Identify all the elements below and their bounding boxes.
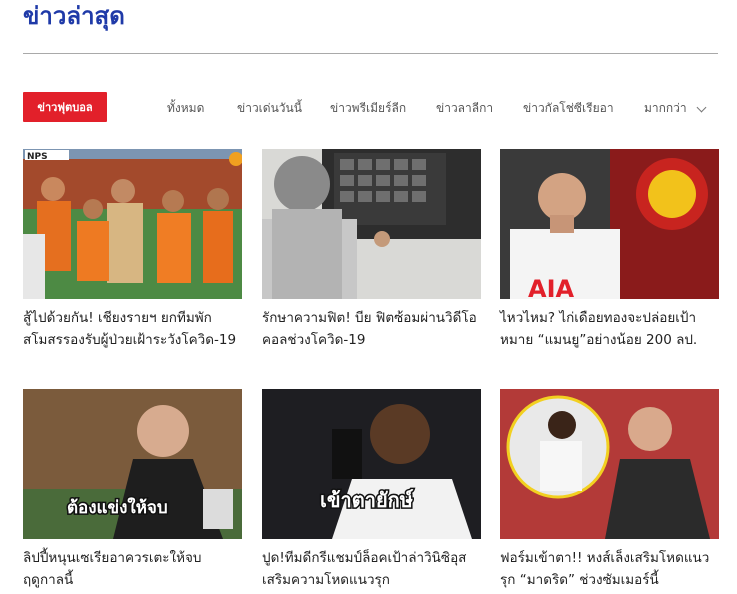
image-badge: NPS	[27, 152, 48, 162]
image-caption: ต้องแข่งให้จบ	[67, 497, 168, 518]
article-card[interactable]: เข้าตายักษ์ ปูด!ทีมดีกรีแชมป์ล็อคเป้าล่า…	[262, 389, 481, 591]
image-sponsor-text: AIA	[528, 275, 575, 299]
article-headline[interactable]: ลิปปี้หนุนเซเรียอาควรเตะให้จบฤดูกาลนี้	[23, 547, 242, 591]
article-card[interactable]: ฟอร์มเข้าตา!! หงส์เล็งเสริมโหดแนวรุก “มา…	[500, 389, 719, 591]
article-thumbnail[interactable]: NPS	[23, 149, 242, 299]
article-headline[interactable]: รักษาความฟิต! บีย ฟิตซ้อมผ่านวิดีโอคอลช่…	[262, 307, 481, 351]
tab-football-news[interactable]: ข่าวฟุตบอล	[23, 92, 107, 122]
tab-more[interactable]: มากกว่า	[644, 99, 687, 117]
title-divider	[23, 53, 718, 54]
tab-premier-league[interactable]: ข่าวพรีเมียร์ลีก	[330, 99, 406, 117]
article-headline[interactable]: ไหวไหม? ไก่เดือยทองจะปล่อยเป้าหมาย “แมนย…	[500, 307, 719, 351]
tab-laliga[interactable]: ข่าวลาลีกา	[436, 99, 493, 117]
tab-all[interactable]: ทั้งหมด	[167, 99, 204, 117]
article-card[interactable]: ต้องแข่งให้จบ ลิปปี้หนุนเซเรียอาควรเตะให…	[23, 389, 242, 591]
chevron-down-icon[interactable]	[696, 102, 707, 113]
article-thumbnail[interactable]: เข้าตายักษ์	[262, 389, 481, 539]
article-thumbnail[interactable]: ต้องแข่งให้จบ	[23, 389, 242, 539]
tab-serie-a[interactable]: ข่าวกัลโช่ซีเรียอา	[523, 99, 614, 117]
page-title: ข่าวล่าสุด	[23, 2, 125, 30]
article-thumbnail[interactable]	[500, 389, 719, 539]
tab-headlines-today[interactable]: ข่าวเด่นวันนี้	[237, 99, 302, 117]
article-card[interactable]: AIA ไหวไหม? ไก่เดือยทองจะปล่อยเป้าหมาย “…	[500, 149, 719, 351]
article-card[interactable]: NPS สู้ไปด้วยกัน! เชียงรายฯ ยกทีมพักสโมส…	[23, 149, 242, 351]
article-thumbnail[interactable]: AIA	[500, 149, 719, 299]
article-card[interactable]: รักษาความฟิต! บีย ฟิตซ้อมผ่านวิดีโอคอลช่…	[262, 149, 481, 351]
article-thumbnail[interactable]	[262, 149, 481, 299]
article-headline[interactable]: ฟอร์มเข้าตา!! หงส์เล็งเสริมโหดแนวรุก “มา…	[500, 547, 719, 591]
image-caption: เข้าตายักษ์	[320, 488, 413, 512]
article-headline[interactable]: ปูด!ทีมดีกรีแชมป์ล็อคเป้าล่าวินิซิอุสเสร…	[262, 547, 481, 591]
article-headline[interactable]: สู้ไปด้วยกัน! เชียงรายฯ ยกทีมพักสโมสรรอง…	[23, 307, 242, 351]
